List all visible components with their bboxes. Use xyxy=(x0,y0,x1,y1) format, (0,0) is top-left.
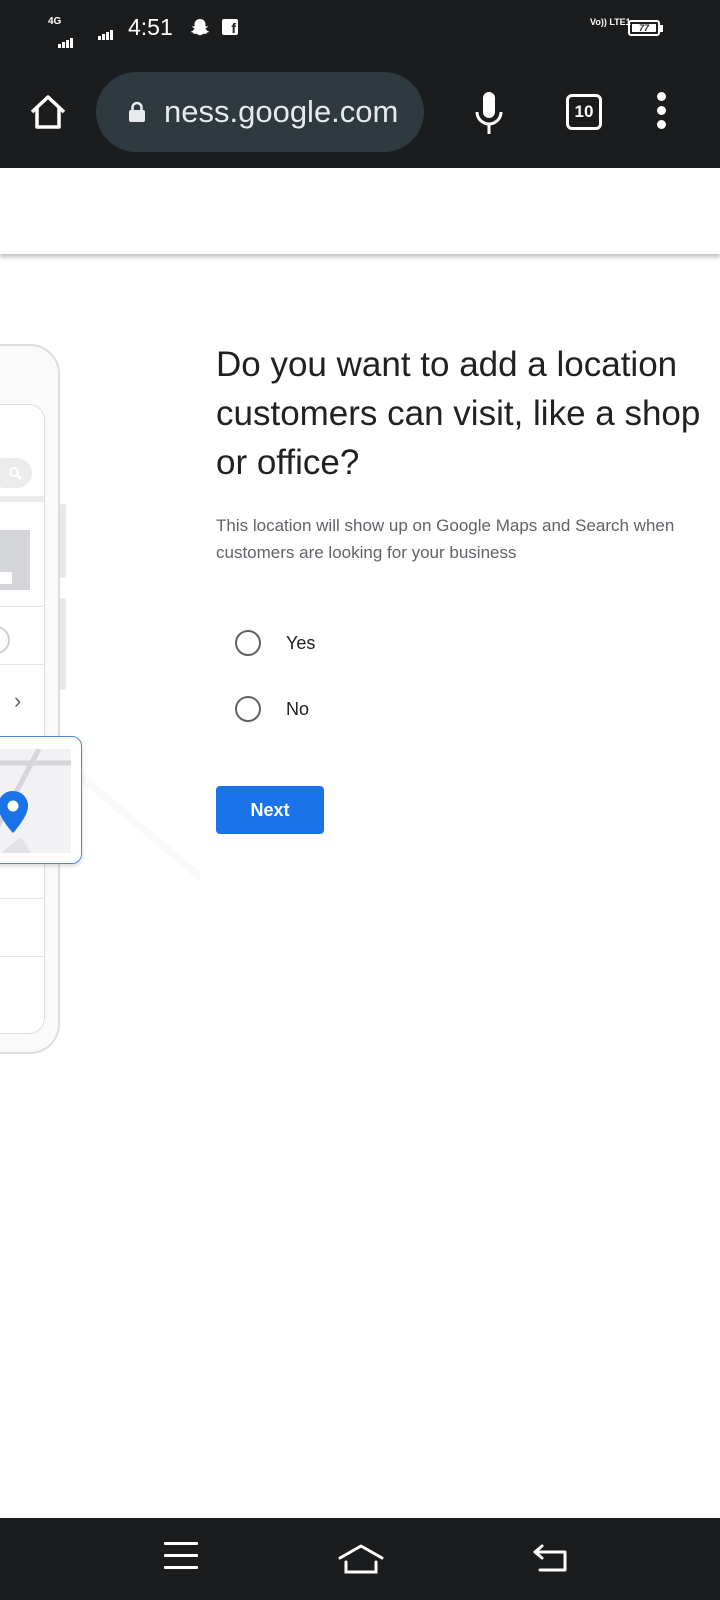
radio-option-yes[interactable]: Yes xyxy=(232,627,432,663)
system-navigation-bar xyxy=(0,1518,720,1600)
back-icon[interactable] xyxy=(532,1542,568,1574)
signal-strength-icon xyxy=(98,22,114,40)
status-bar: 4G 4:51 f Vo)) LTE1 77 xyxy=(0,0,720,58)
radio-label: Yes xyxy=(286,633,316,653)
page-subtitle: This location will show up on Google Map… xyxy=(216,516,675,562)
more-vert-icon[interactable] xyxy=(654,92,668,132)
page-header xyxy=(0,168,720,254)
browser-toolbar: ness.google.com 10 xyxy=(0,58,720,168)
radio-option-no[interactable]: No xyxy=(232,693,432,729)
recents-icon[interactable] xyxy=(164,1542,198,1572)
phone-illustration: › xyxy=(0,254,200,1154)
next-button[interactable]: Next xyxy=(216,786,324,834)
url-text[interactable]: ness.google.com xyxy=(164,94,398,130)
facebook-icon: f xyxy=(222,19,238,36)
address-bar[interactable]: ness.google.com xyxy=(96,72,424,152)
radio-label: No xyxy=(286,699,310,719)
map-card xyxy=(0,736,82,864)
home-gesture-icon[interactable] xyxy=(336,1542,386,1576)
battery-icon: 77 xyxy=(628,20,663,36)
mic-icon[interactable] xyxy=(472,90,506,136)
illustration-search-bar xyxy=(0,458,32,488)
tab-switcher-icon[interactable]: 10 xyxy=(566,94,602,130)
radio-button[interactable] xyxy=(235,696,261,722)
status-time: 4:51 xyxy=(128,14,173,40)
snapchat-icon xyxy=(191,19,209,36)
home-icon[interactable] xyxy=(28,92,68,132)
volte-indicator: Vo)) LTE1 xyxy=(590,17,631,27)
radio-button[interactable] xyxy=(235,630,261,656)
map-pin-icon xyxy=(0,791,28,833)
lock-icon xyxy=(129,101,145,122)
chevron-right-icon: › xyxy=(14,688,22,713)
search-icon xyxy=(9,467,22,480)
battery-level: 77 xyxy=(632,24,656,33)
page-title: Do you want to add a location customers … xyxy=(216,345,701,482)
network-signal-icon: 4G xyxy=(48,16,82,48)
network-type-label: 4G xyxy=(48,16,62,27)
